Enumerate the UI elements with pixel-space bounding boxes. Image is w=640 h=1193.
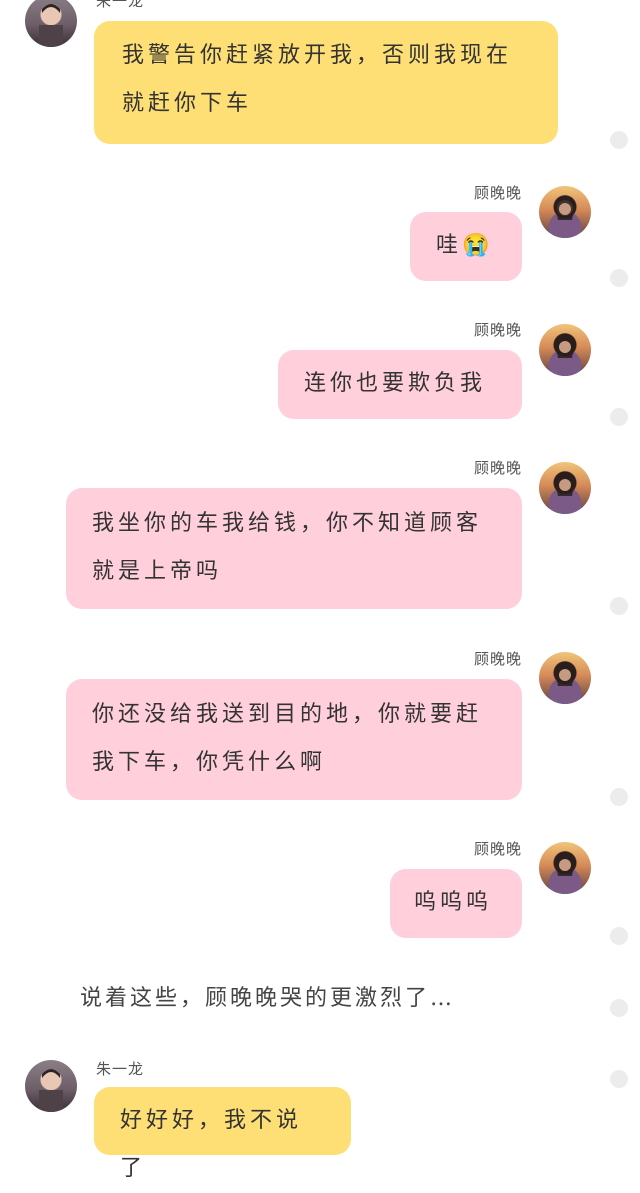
message-line: 连你也要欺负我 <box>304 371 487 396</box>
sender-name: 朱一龙 <box>96 1060 145 1078</box>
sender-name: 顾晚晚 <box>473 459 522 477</box>
avatar-gu-wanwan[interactable] <box>539 186 591 238</box>
message-line: 就是上帝吗 <box>92 559 223 584</box>
message-bubble[interactable]: 哇😭 <box>410 212 522 281</box>
message-bubble[interactable]: 我坐你的车我给钱，你不知道顾客 就是上帝吗 <box>66 488 522 609</box>
narration-text: 说着这些，顾晚晚哭的更激烈了… <box>80 986 456 1011</box>
sender-name: 顾晚晚 <box>473 321 522 339</box>
status-dot <box>610 597 628 615</box>
person-icon <box>551 196 579 238</box>
message-line: 我警告你赶紧放开我，否则我现在 <box>122 43 513 68</box>
avatar-gu-wanwan[interactable] <box>539 324 591 376</box>
status-dot <box>610 1070 628 1088</box>
message-bubble[interactable]: 你还没给我送到目的地，你就要赶 我下车，你凭什么啊 <box>66 679 522 800</box>
avatar-gu-wanwan[interactable] <box>539 652 591 704</box>
sender-name: 顾晚晚 <box>473 840 522 858</box>
person-icon <box>39 4 63 47</box>
sender-name: 朱一龙 <box>96 0 145 10</box>
avatar-gu-wanwan[interactable] <box>539 842 591 894</box>
status-dot <box>610 131 628 149</box>
message-line: 你还没给我送到目的地，你就要赶 <box>92 702 483 727</box>
status-dot <box>610 269 628 287</box>
status-dot <box>610 999 628 1017</box>
message-bubble[interactable]: 好好好，我不说了 <box>94 1087 351 1181</box>
message-bubble[interactable]: 我警告你赶紧放开我，否则我现在 就赶你下车 <box>94 21 558 144</box>
message-line: 好好好，我不说了 <box>120 1108 303 1181</box>
status-dot <box>610 408 628 426</box>
sender-name: 顾晚晚 <box>473 184 522 202</box>
message-line: 我下车，你凭什么啊 <box>92 750 327 775</box>
message-bubble[interactable]: 呜呜呜 <box>390 869 522 938</box>
person-icon <box>551 852 579 894</box>
person-icon <box>39 1069 63 1112</box>
avatar-gu-wanwan[interactable] <box>539 462 591 514</box>
message-line: 哇😭 <box>436 233 494 258</box>
message-line: 我坐你的车我给钱，你不知道顾客 <box>92 511 483 536</box>
message-line: 呜呜呜 <box>414 890 493 915</box>
status-dot <box>610 927 628 945</box>
avatar-zhu-yilong[interactable] <box>25 1060 77 1112</box>
person-icon <box>551 472 579 514</box>
person-icon <box>551 662 579 704</box>
status-dot <box>610 788 628 806</box>
sender-name: 顾晚晚 <box>473 650 522 668</box>
message-line: 就赶你下车 <box>122 91 253 116</box>
avatar-zhu-yilong[interactable] <box>25 0 77 47</box>
message-bubble[interactable]: 连你也要欺负我 <box>278 350 522 419</box>
person-icon <box>551 334 579 376</box>
